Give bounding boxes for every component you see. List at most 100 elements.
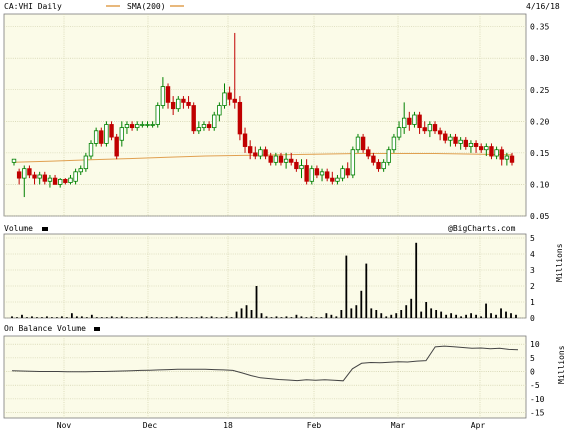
candle xyxy=(309,165,314,185)
candle-body xyxy=(176,98,181,110)
candle xyxy=(155,102,160,128)
volume-bar xyxy=(26,317,28,318)
price-tick-label: 0.25 xyxy=(530,86,549,95)
candle-body xyxy=(386,149,391,163)
volume-bar xyxy=(90,314,93,318)
price-tick-label: 0.35 xyxy=(530,23,549,32)
volume-bar xyxy=(51,317,53,318)
candle-body xyxy=(237,101,243,135)
candle-body xyxy=(335,177,340,182)
candle-body xyxy=(345,168,350,176)
volume-bar xyxy=(225,316,228,318)
candle-body xyxy=(366,149,371,157)
volume-bar xyxy=(21,314,23,318)
candle xyxy=(93,127,99,147)
volume-bar xyxy=(405,305,408,318)
candle-body xyxy=(324,171,330,179)
candle-body xyxy=(360,136,366,151)
x-tick-label: Dec xyxy=(143,421,158,430)
candle-body xyxy=(443,133,448,141)
obv-tick-label: -10 xyxy=(530,395,545,404)
candle-body xyxy=(63,178,68,183)
volume-tick-label: 3 xyxy=(530,266,535,275)
candle-body xyxy=(458,139,463,144)
volume-bar xyxy=(355,305,358,318)
volume-tick-label: 0 xyxy=(530,314,535,323)
price-panel xyxy=(3,13,527,217)
obv-tick-label: -15 xyxy=(530,409,545,418)
volume-bar xyxy=(56,317,58,318)
volume-bar xyxy=(275,316,278,318)
volume-bar xyxy=(305,317,308,318)
candle-body xyxy=(437,130,443,135)
x-tick-label: Feb xyxy=(307,421,322,430)
x-tick-label: 18 xyxy=(223,421,233,430)
volume-bar xyxy=(165,317,168,318)
candle-body xyxy=(181,98,186,103)
candle-body xyxy=(407,117,412,125)
volume-bar xyxy=(150,317,153,318)
volume-bar xyxy=(350,308,353,318)
candle-body xyxy=(350,149,356,176)
candle-body xyxy=(396,127,402,138)
chart-date: 4/16/18 xyxy=(526,2,560,11)
volume-bar xyxy=(230,317,233,318)
candle-body xyxy=(170,101,176,110)
volume-bar xyxy=(390,314,393,318)
candle-body xyxy=(273,155,279,163)
candle-body xyxy=(16,171,22,179)
volume-tick-label: 1 xyxy=(530,298,535,307)
candle-body xyxy=(68,177,73,183)
volume-bar xyxy=(270,317,273,318)
volume-bar xyxy=(255,286,258,318)
volume-bar xyxy=(70,313,73,318)
volume-bar xyxy=(130,317,133,318)
candle-body xyxy=(453,136,458,144)
volume-bar xyxy=(285,316,288,318)
candle-body xyxy=(242,133,248,147)
candle-body xyxy=(247,146,253,154)
candle-body xyxy=(186,101,191,106)
volume-bar xyxy=(440,311,443,318)
volume-bar xyxy=(465,314,467,318)
volume-tick-label: 4 xyxy=(530,250,535,259)
candle-body xyxy=(304,165,309,182)
volume-bar xyxy=(31,316,33,318)
candle-body xyxy=(494,149,499,157)
volume-bar xyxy=(415,242,418,318)
obv-y-axis: 10 5 0 -5 -10 -15 xyxy=(530,340,545,417)
candle xyxy=(212,111,217,131)
x-tick-label: Mar xyxy=(391,421,406,430)
volume-bar xyxy=(480,316,482,318)
volume-bar xyxy=(115,317,118,318)
candle-body xyxy=(319,171,325,176)
price-tick-label: 0.05 xyxy=(530,212,549,221)
candle xyxy=(355,133,361,153)
candle-body xyxy=(468,143,474,147)
volume-bar xyxy=(11,316,13,318)
candle-body xyxy=(289,158,294,163)
volume-bar xyxy=(330,314,333,318)
volume-bar xyxy=(235,311,238,318)
candle-body xyxy=(355,136,361,151)
volume-bar xyxy=(490,313,492,318)
volume-bar xyxy=(85,317,88,318)
volume-bar xyxy=(300,316,303,318)
volume-bar xyxy=(335,316,338,318)
candle-body xyxy=(129,124,135,129)
volume-tick-label: 5 xyxy=(530,234,535,243)
obv-tick-label: -5 xyxy=(530,381,540,390)
volume-panel xyxy=(3,233,527,319)
volume-bar xyxy=(290,317,293,318)
candle xyxy=(104,121,109,147)
obv-tick-label: 0 xyxy=(530,368,535,377)
volume-bar xyxy=(315,317,318,318)
candle-body xyxy=(27,168,32,176)
candle-body xyxy=(417,114,422,129)
volume-bar xyxy=(16,317,18,318)
candle-body xyxy=(73,171,78,182)
candle-body xyxy=(114,136,119,157)
volume-bar xyxy=(140,317,143,318)
candle-body xyxy=(227,92,232,100)
volume-bar xyxy=(105,317,108,318)
